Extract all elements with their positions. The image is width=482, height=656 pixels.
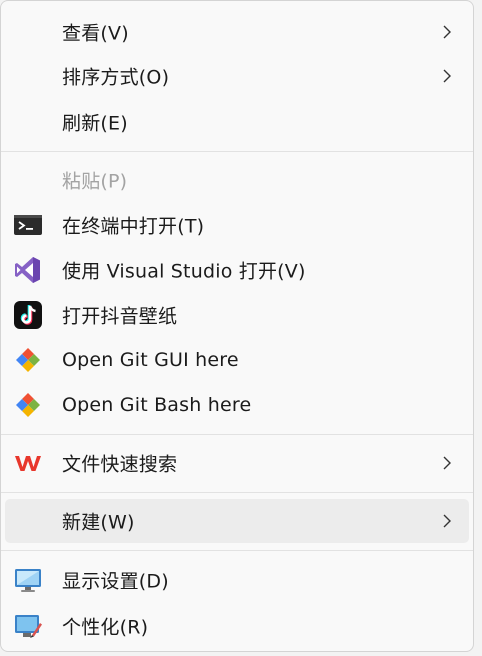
menu-item-label: 打开抖音壁纸	[62, 305, 178, 328]
menu-item-refresh[interactable]: 刷新(E)	[5, 100, 469, 144]
menu-item-open-in-terminal[interactable]: 在终端中打开(T)	[5, 203, 469, 247]
menu-item-display-settings[interactable]: 显示设置(D)	[5, 558, 469, 602]
menu-item-label: 新建(W)	[62, 511, 135, 534]
menu-item-label: 使用 Visual Studio 打开(V)	[62, 260, 306, 283]
context-menu: 查看(V) 排序方式(O) 刷新(E) 粘贴(P) 在终端中打开(T) 使用 V…	[0, 0, 474, 652]
menu-item-label: 显示设置(D)	[62, 570, 169, 593]
menu-item-label: 排序方式(O)	[62, 66, 170, 89]
menu-item-label: 刷新(E)	[62, 112, 128, 135]
menu-item-new[interactable]: 新建(W)	[5, 499, 469, 543]
menu-item-label: 粘贴(P)	[62, 170, 128, 193]
wps-icon	[13, 448, 43, 478]
menu-item-douyin-wallpaper[interactable]: 打开抖音壁纸	[5, 293, 469, 337]
display-settings-icon	[13, 565, 43, 595]
git-bash-icon	[13, 390, 43, 420]
tiktok-icon	[13, 300, 43, 330]
personalize-icon	[13, 611, 43, 641]
menu-item-label: Open Git GUI here	[62, 349, 239, 371]
menu-item-open-git-bash[interactable]: Open Git Bash here	[5, 383, 469, 427]
menu-item-label: 个性化(R)	[62, 616, 149, 639]
menu-separator	[1, 492, 473, 493]
terminal-icon	[13, 210, 43, 240]
menu-item-view[interactable]: 查看(V)	[5, 10, 469, 54]
chevron-right-icon	[441, 455, 453, 471]
menu-item-label: 在终端中打开(T)	[62, 215, 205, 238]
menu-separator	[1, 151, 473, 152]
visual-studio-icon	[13, 255, 43, 285]
menu-item-label: 查看(V)	[62, 22, 129, 45]
menu-item-open-git-gui[interactable]: Open Git GUI here	[5, 338, 469, 382]
menu-item-quick-file-search[interactable]: 文件快速搜索	[5, 441, 469, 485]
menu-item-label: 文件快速搜索	[62, 453, 178, 476]
git-gui-icon	[13, 345, 43, 375]
chevron-right-icon	[441, 513, 453, 529]
menu-separator	[1, 550, 473, 551]
chevron-right-icon	[441, 68, 453, 84]
menu-item-open-with-visual-studio[interactable]: 使用 Visual Studio 打开(V)	[5, 248, 469, 292]
menu-item-sort-by[interactable]: 排序方式(O)	[5, 54, 469, 98]
menu-item-paste: 粘贴(P)	[5, 158, 469, 202]
menu-separator	[1, 434, 473, 435]
menu-item-label: Open Git Bash here	[62, 394, 252, 416]
chevron-right-icon	[441, 24, 453, 40]
menu-item-personalize[interactable]: 个性化(R)	[5, 604, 469, 648]
